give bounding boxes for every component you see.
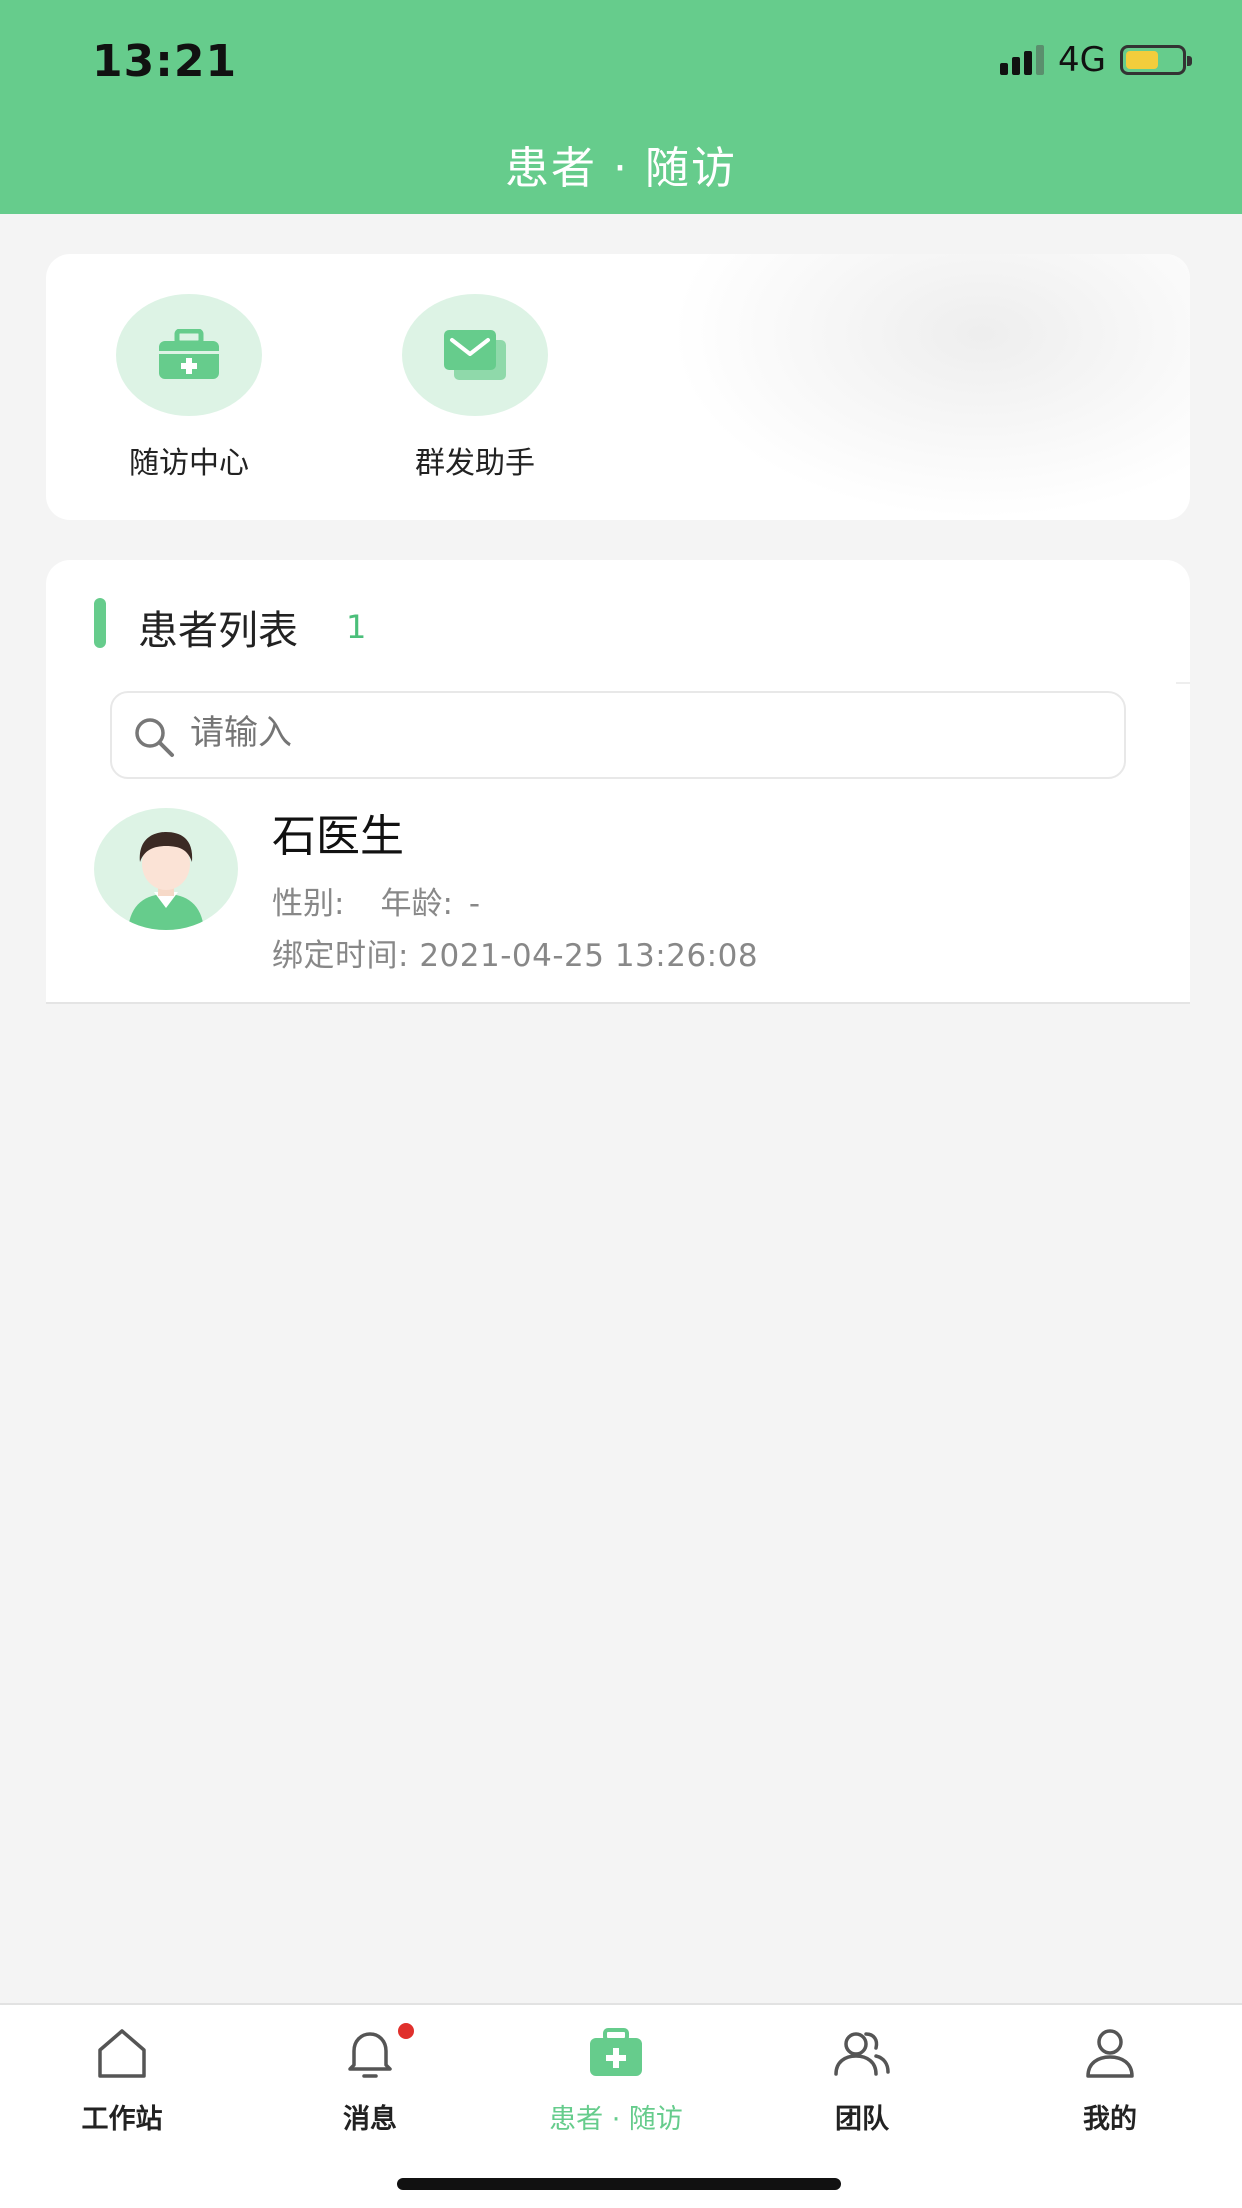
age-value: - [468, 886, 481, 922]
header: 13:21 4G 患者 · 随访 [0, 0, 1242, 214]
patient-name: 石医生 [272, 811, 404, 862]
tab-team-label: 团队 [835, 2104, 889, 2135]
gender-label: 性别: [272, 886, 345, 922]
tab-messages[interactable]: 消息 [270, 2023, 470, 2136]
battery-icon [1120, 45, 1192, 75]
status-indicators: 4G [1000, 40, 1192, 80]
team-icon [762, 2023, 962, 2083]
patient-list-card: 患者列表 1 石医生 性别:年龄:- 绑定时间: 2021-04-2 [46, 560, 1190, 1004]
tab-workstation[interactable]: 工作站 [22, 2023, 222, 2136]
tab-mine[interactable]: 我的 [1010, 2023, 1210, 2136]
tab-workstation-label: 工作站 [81, 2104, 163, 2135]
unread-badge-dot [398, 2023, 414, 2039]
search-input[interactable] [190, 713, 1090, 753]
mass-message-label: 群发助手 [415, 446, 535, 481]
network-type: 4G [1058, 40, 1106, 80]
avatar [94, 808, 238, 930]
signal-icon [1000, 45, 1045, 75]
patient-list-title: 患者列表 [138, 608, 298, 654]
medical-kit-icon [516, 2023, 716, 2083]
tab-patients-followup[interactable]: 患者 · 随访 [516, 2023, 716, 2136]
section-accent-bar [94, 598, 106, 648]
mass-message-button[interactable]: 群发助手 [385, 294, 565, 482]
patient-meta: 性别: 年龄: - [272, 878, 516, 923]
bell-icon [270, 2023, 470, 2083]
bind-time-value: 2021-04-25 13:26:08 [419, 938, 759, 974]
quick-actions-card: 随访中心 群发助手 [46, 254, 1190, 520]
mail-stack-icon [402, 294, 548, 416]
bind-time-label: 绑定时间: [272, 938, 409, 974]
followup-center-label: 随访中心 [129, 446, 249, 481]
user-icon [1010, 2023, 1210, 2083]
battery-level [1126, 51, 1159, 69]
age-label: 年龄: [380, 886, 453, 922]
status-time: 13:21 [92, 36, 238, 87]
patient-search-box[interactable] [110, 691, 1126, 779]
tab-messages-label: 消息 [343, 2104, 397, 2135]
tab-patients-followup-label: 患者 · 随访 [549, 2104, 683, 2135]
home-indicator[interactable] [397, 2178, 841, 2190]
patient-list-item[interactable]: 石医生 性别: 年龄: - 绑定时间: 2021-04-25 13:26:08 [46, 800, 1190, 1004]
medical-kit-icon [116, 294, 262, 416]
home-icon [22, 2023, 222, 2083]
tab-mine-label: 我的 [1083, 2104, 1137, 2135]
search-icon [132, 715, 176, 763]
tab-team[interactable]: 团队 [762, 2023, 962, 2136]
patient-count-badge: 1 [346, 608, 367, 646]
followup-center-button[interactable]: 随访中心 [99, 294, 279, 482]
patient-bind-time-row: 绑定时间: 2021-04-25 13:26:08 [272, 930, 758, 975]
page-title: 患者 · 随访 [505, 143, 737, 194]
